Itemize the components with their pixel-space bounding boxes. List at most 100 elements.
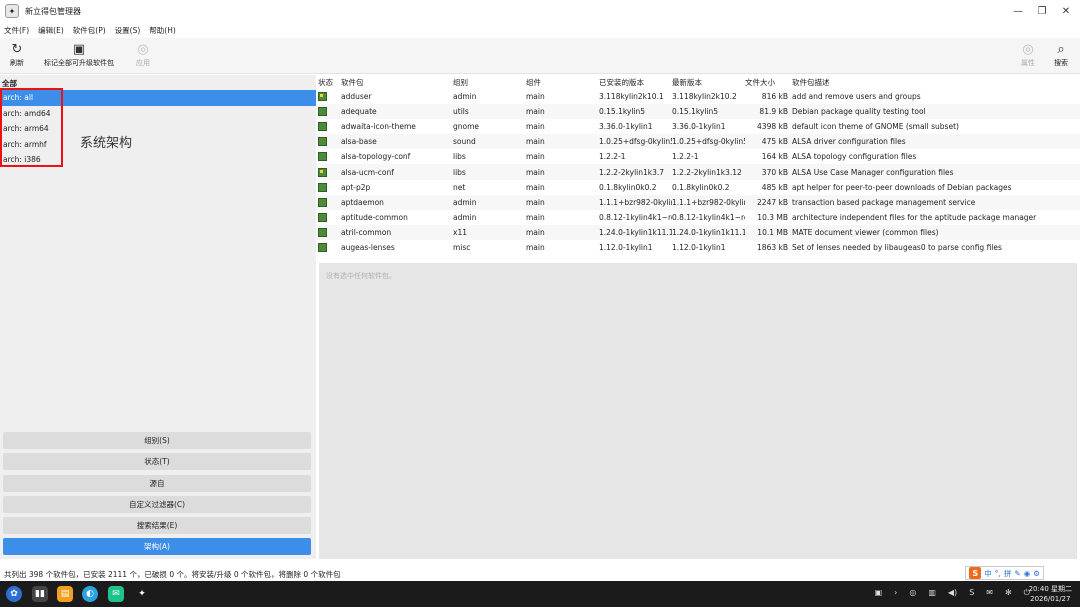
tray-app-icon[interactable]: ▣	[875, 588, 883, 598]
search-icon: ⌕	[1057, 41, 1065, 57]
table-row[interactable]: alsa-ucm-conf libs main 1.2.2-2kylin1k3.7 1.…	[316, 164, 1080, 180]
tray-mail-icon[interactable]: ✉	[986, 588, 993, 598]
ime-pen[interactable]: ✎	[1014, 569, 1020, 578]
table-row[interactable]: atril-common x11 main 1.24.0-1kylin1k11.15 1…	[316, 224, 1080, 240]
input-method-bar[interactable]: S 中 °, 拼 ✎ ◉ ⚙	[965, 566, 1044, 580]
menu-help[interactable]: 帮助(H)	[149, 25, 176, 36]
column-header[interactable]: 最新版本	[672, 77, 745, 88]
multitask-view-icon[interactable]: ▮▮	[32, 586, 48, 602]
start-menu-icon[interactable]: ✿	[6, 586, 22, 602]
filter-category-button[interactable]: 搜索结果(E)	[3, 517, 311, 535]
mark-all-upgrades-button[interactable]: ▣ 标记全部可升级软件包	[44, 40, 114, 68]
cell-group: libs	[453, 167, 466, 177]
status-cell[interactable]	[316, 122, 340, 132]
cell-comp: main	[526, 212, 545, 222]
cell-installed: 1.24.0-1kylin1k11.15	[599, 227, 672, 237]
cell-installed: 1.0.25+dfsg-0kylin5	[599, 137, 672, 147]
column-header[interactable]: 软件包	[340, 77, 453, 88]
column-header[interactable]: 组别	[453, 77, 526, 88]
package-manager-taskbar-icon[interactable]: ✦	[134, 586, 150, 602]
cell-size: 4398 kB	[757, 122, 788, 132]
installed-package-icon	[318, 227, 327, 237]
ime-skin[interactable]: ◉	[1024, 569, 1031, 578]
table-row[interactable]: aptitude-common admin main 0.8.12-1kylin4k1…	[316, 210, 1080, 225]
cell-installed: 1.2.2-2kylin1k3.7	[599, 167, 665, 177]
arch-filter-item[interactable]: arch: all	[0, 90, 316, 106]
menu-file[interactable]: 文件(F)	[4, 25, 29, 36]
arch-filter-item[interactable]: arch: amd64	[0, 106, 316, 122]
arch-filter-item[interactable]: arch: armhf	[0, 137, 316, 153]
menu-package[interactable]: 软件包(P)	[73, 25, 106, 36]
maximize-button[interactable]: ❐	[1034, 3, 1050, 19]
status-cell[interactable]	[316, 242, 340, 252]
table-row[interactable]: apt-p2p net main 0.1.8kylin0k0.2 0.1.8kylin0…	[316, 180, 1080, 195]
apply-icon: ◎	[137, 41, 149, 57]
column-header[interactable]: 文件大小	[745, 77, 792, 88]
status-cell[interactable]	[316, 212, 340, 222]
status-cell[interactable]	[316, 197, 340, 207]
cell-latest: 1.2.2-2kylin1k3.12	[672, 167, 742, 177]
cell-group: sound	[453, 137, 476, 147]
table-row[interactable]: adequate utils main 0.15.1kylin5 0.15.1kylin…	[316, 104, 1080, 120]
menu-edit[interactable]: 编辑(E)	[38, 25, 64, 36]
tray-network-icon[interactable]: ◎	[909, 588, 916, 598]
table-row[interactable]: adwaita-icon-theme gnome main 3.36.0-1kylin…	[316, 119, 1080, 134]
filter-category-button[interactable]: 自定义过滤器(C)	[3, 495, 311, 513]
apply-button[interactable]: ◎ 应用	[134, 40, 152, 68]
installed-package-icon	[318, 182, 327, 192]
filter-category-button[interactable]: 架构(A)	[3, 538, 311, 556]
filter-category-button[interactable]: 源自	[3, 474, 311, 492]
installed-package-icon	[318, 107, 327, 117]
tray-volume-icon[interactable]: ◀)	[948, 588, 957, 598]
installed-package-icon	[318, 152, 327, 162]
status-cell[interactable]	[316, 167, 340, 177]
column-header[interactable]: 状态	[316, 77, 340, 88]
table-row[interactable]: adduser admin main 3.118kylin2k10.1 3.118kyl…	[316, 89, 1080, 104]
browser-icon[interactable]: ◐	[82, 586, 98, 602]
system-tray: ▣ › ◎ ▥ ◀) S ✉ ✻ ⏻	[875, 588, 1030, 598]
filter-category-button[interactable]: 状态(T)	[3, 453, 311, 471]
tray-notes-icon[interactable]: ▥	[928, 588, 936, 598]
cell-name: aptitude-common	[341, 212, 408, 222]
properties-button[interactable]: ◎ 属性	[1019, 40, 1037, 68]
column-header[interactable]: 已安装的版本	[599, 77, 672, 88]
sogou-logo-icon: S	[969, 567, 982, 579]
table-row[interactable]: augeas-lenses misc main 1.12.0-1kylin1 1.12.…	[316, 240, 1080, 255]
file-manager-icon[interactable]: ▤	[57, 586, 73, 602]
table-row[interactable]: alsa-topology-conf libs main 1.2.2-1 1.2.2-1…	[316, 149, 1080, 164]
ime-pinyin[interactable]: 拼	[1004, 568, 1012, 579]
status-cell[interactable]	[316, 152, 340, 162]
software-store-icon[interactable]: ✉	[108, 586, 124, 602]
column-header[interactable]: 软件包描述	[792, 77, 1080, 88]
cell-name: adwaita-icon-theme	[341, 122, 416, 132]
filter-category-button[interactable]: 组别(S)	[3, 432, 311, 449]
cell-comp: main	[526, 167, 545, 177]
status-text: 共列出 398 个软件包，已安装 2111 个，已破损 0 个。将安装/升级 0…	[4, 570, 341, 579]
status-cell[interactable]	[316, 182, 340, 192]
cell-installed: 3.118kylin2k10.1	[599, 92, 664, 102]
ime-mode[interactable]: 中	[984, 568, 992, 579]
ime-punct[interactable]: °,	[995, 569, 1001, 578]
clock[interactable]: 20:40 星期二 2026/01/27	[1029, 584, 1072, 604]
cell-latest: 3.118kylin2k10.2	[672, 92, 737, 102]
tray-sogou-icon[interactable]: S	[969, 588, 974, 598]
status-cell[interactable]	[316, 92, 340, 102]
table-row[interactable]: aptdaemon admin main 1.1.1+bzr982-0kylin31.…	[316, 194, 1080, 210]
close-button[interactable]: ✕	[1058, 3, 1074, 19]
status-cell[interactable]	[316, 227, 340, 237]
minimize-button[interactable]: —	[1010, 3, 1026, 19]
menu-bar: 文件(F) 编辑(E) 软件包(P) 设置(S) 帮助(H)	[0, 22, 1080, 38]
arch-filter-item[interactable]: arch: i386	[0, 152, 316, 168]
search-button[interactable]: ⌕ 搜索	[1052, 40, 1070, 68]
ime-settings[interactable]: ⚙	[1033, 569, 1040, 578]
status-cell[interactable]	[316, 107, 340, 117]
cell-size: 10.3 MB	[757, 212, 788, 222]
column-header[interactable]: 组件	[526, 77, 599, 88]
menu-settings[interactable]: 设置(S)	[115, 25, 141, 36]
tray-bluetooth-icon[interactable]: ✻	[1005, 588, 1012, 598]
arch-filter-item[interactable]: arch: arm64	[0, 121, 316, 137]
tray-expand-icon[interactable]: ›	[894, 588, 897, 598]
status-cell[interactable]	[316, 137, 340, 147]
refresh-button[interactable]: ↻ 刷新	[8, 40, 26, 68]
table-row[interactable]: alsa-base sound main 1.0.25+dfsg-0kylin5 1.0…	[316, 134, 1080, 150]
